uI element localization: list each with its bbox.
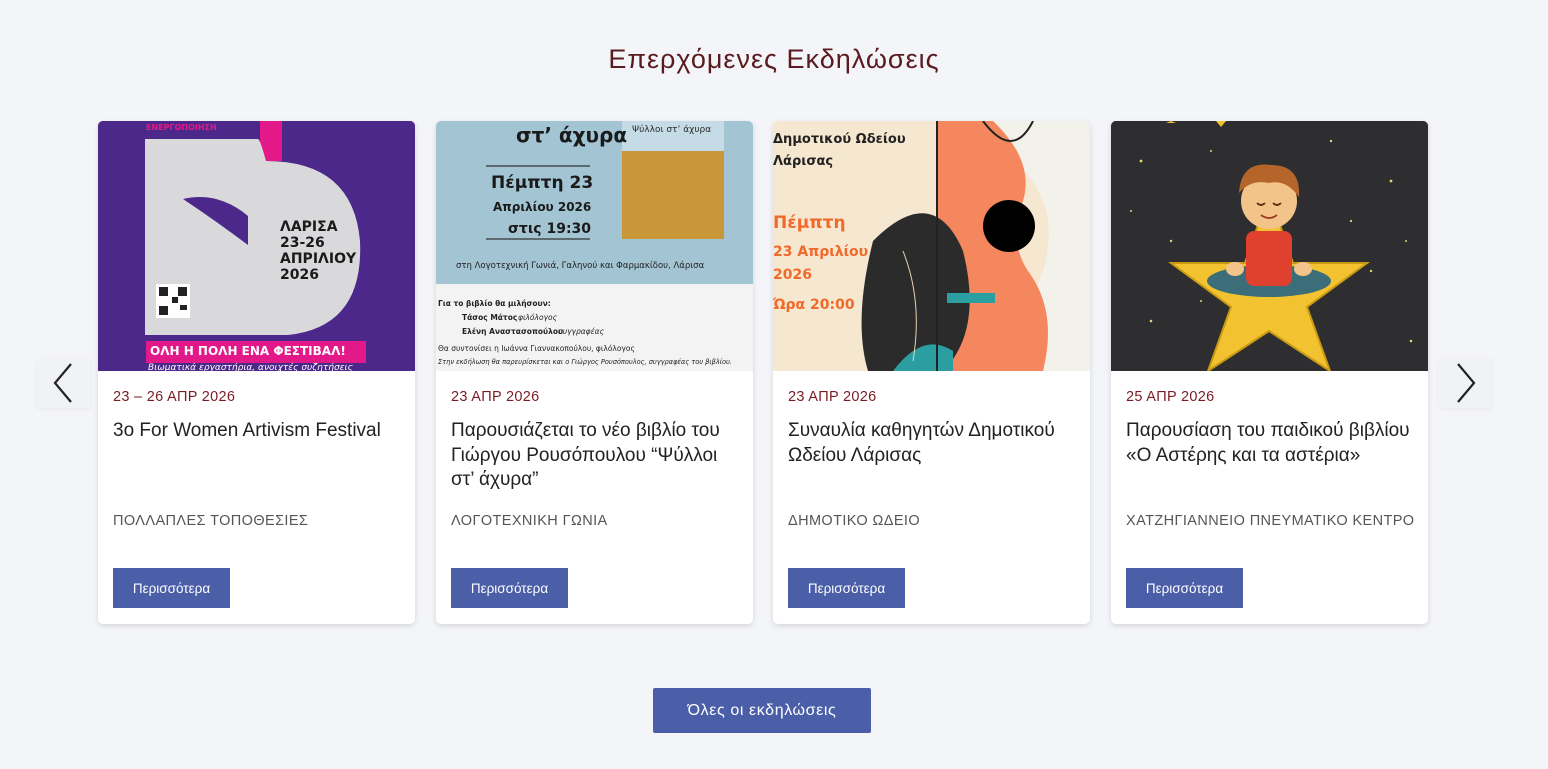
event-venue: ΧΑΤΖΗΓΙΑΝΝΕΙΟ ΠΝΕΥΜΑΤΙΚΟ ΚΕΝΤΡΟ bbox=[1126, 513, 1415, 529]
poster-line2: Λάρισας bbox=[773, 154, 834, 169]
event-title[interactable]: 3ο For Women Artivism Festival bbox=[113, 419, 405, 444]
event-poster-image[interactable]: στ’ άχυρα Ψύλλοι στ’ άχυρα Πέμπτη 23 Απρ… bbox=[436, 121, 753, 371]
poster-time: στις 19:30 bbox=[508, 221, 592, 237]
all-events-button[interactable]: Όλες οι εκδηλώσεις bbox=[653, 688, 871, 733]
poster-banner: ΟΛΗ Η ΠΟΛΗ ΕΝΑ ΦΕΣΤΙΒΑΛ! bbox=[150, 344, 346, 358]
poster-speaker1-role: φιλόλογος bbox=[518, 313, 557, 322]
poster-month: ΑΠΡΙΛΙΟΥ bbox=[280, 251, 357, 267]
more-button[interactable]: Περισσότερα bbox=[788, 568, 905, 608]
event-venue: ΠΟΛΛΑΠΛΕΣ ΤΟΠΟΘΕΣΙΕΣ bbox=[113, 513, 309, 529]
poster-month: Απριλίου 2026 bbox=[493, 200, 592, 214]
event-card[interactable]: Δημοτικού Ωδείου Λάρισας Πέμπτη 23 Απριλ… bbox=[773, 121, 1090, 624]
poster-top-text: ΕΝΕΡΓΟΠΟΙΗΣΗ bbox=[146, 123, 217, 132]
poster-place: στη Λογοτεχνική Γωνιά, Γαληνού και Φαρμα… bbox=[456, 261, 705, 271]
event-card[interactable]: ΕΝΕΡΓΟΠΟΙΗΣΗ ΛΑΡΙΣΑ 23-26 ΑΠΡΙΛΙΟΥ 2026 … bbox=[98, 121, 415, 624]
poster-speaker2-role: συγγραφέας bbox=[558, 327, 605, 336]
event-poster-image[interactable]: ΕΝΕΡΓΟΠΟΙΗΣΗ ΛΑΡΙΣΑ 23-26 ΑΠΡΙΛΙΟΥ 2026 … bbox=[98, 121, 415, 371]
poster-month: 23 Απριλίου bbox=[773, 244, 869, 260]
event-poster-image[interactable] bbox=[1111, 121, 1428, 371]
event-card[interactable]: στ’ άχυρα Ψύλλοι στ’ άχυρα Πέμπτη 23 Απρ… bbox=[436, 121, 753, 624]
poster-coordinator: Θα συντονίσει η Ιωάννα Γιαννακοπούλου, φ… bbox=[438, 344, 635, 353]
poster-speaker1-name: Τάσος Μάτος bbox=[462, 313, 518, 322]
poster-speaker2-name: Ελένη Αναστασοπούλου bbox=[462, 327, 564, 336]
poster-city: ΛΑΡΙΣΑ bbox=[280, 219, 338, 235]
poster-speakers-heading: Για το βιβλίο θα μιλήσουν: bbox=[438, 299, 551, 308]
carousel-prev-button[interactable] bbox=[37, 358, 91, 408]
chevron-left-icon bbox=[53, 363, 72, 403]
poster-author-note: Στην εκδήλωση θα παρευρίσκεται και ο Γιώ… bbox=[438, 358, 732, 366]
event-card[interactable]: 25 ΑΠΡ 2026 Παρουσίαση του παιδικού βιβλ… bbox=[1111, 121, 1428, 624]
poster-dates: 23-26 bbox=[280, 235, 325, 251]
section-title: Επερχόμενες Εκδηλώσεις bbox=[608, 44, 940, 74]
event-poster-image[interactable]: Δημοτικού Ωδείου Λάρισας Πέμπτη 23 Απριλ… bbox=[773, 121, 1090, 371]
poster-day: Πέμπτη 23 bbox=[491, 173, 594, 193]
event-date: 23 ΑΠΡ 2026 bbox=[451, 389, 540, 405]
event-venue: ΔΗΜΟΤΙΚΟ ΩΔΕΙΟ bbox=[788, 513, 921, 529]
chevron-right-icon bbox=[1457, 363, 1476, 403]
event-date: 25 ΑΠΡ 2026 bbox=[1126, 389, 1215, 405]
poster-bottom-text: Βιωματικά εργαστήρια, ανοιχτές συζητήσει… bbox=[148, 363, 353, 371]
poster-line1: Δημοτικού Ωδείου bbox=[773, 132, 906, 147]
event-title[interactable]: Παρουσιάζεται το νέο βιβλίο του Γιώργου … bbox=[451, 419, 743, 493]
more-button[interactable]: Περισσότερα bbox=[451, 568, 568, 608]
boy-on-star-illustration bbox=[1111, 121, 1428, 371]
more-button[interactable]: Περισσότερα bbox=[113, 568, 230, 608]
poster-year: 2026 bbox=[773, 267, 812, 283]
poster-book-title: Ψύλλοι στ’ άχυρα bbox=[632, 125, 712, 135]
more-button[interactable]: Περισσότερα bbox=[1126, 568, 1243, 608]
poster-heading: στ’ άχυρα bbox=[516, 123, 628, 147]
carousel-next-button[interactable] bbox=[1438, 358, 1492, 408]
poster-day: Πέμπτη bbox=[773, 213, 846, 233]
event-title[interactable]: Συναυλία καθηγητών Δημοτικού Ωδείου Λάρι… bbox=[788, 419, 1080, 468]
event-date: 23 – 26 ΑΠΡ 2026 bbox=[113, 389, 236, 405]
poster-time: Ώρα 20:00 bbox=[773, 297, 855, 313]
event-date: 23 ΑΠΡ 2026 bbox=[788, 389, 877, 405]
event-title[interactable]: Παρουσίαση του παιδικού βιβλίου «Ο Αστέρ… bbox=[1126, 419, 1418, 468]
event-venue: ΛΟΓΟΤΕΧΝΙΚΗ ΓΩΝΙΑ bbox=[451, 513, 608, 529]
poster-year: 2026 bbox=[280, 267, 319, 283]
